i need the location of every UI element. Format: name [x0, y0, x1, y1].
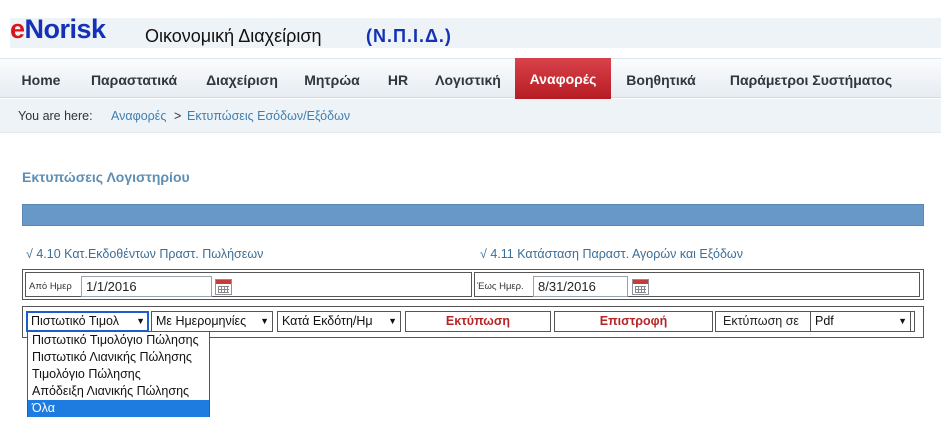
chevron-down-icon: ▼ [260, 316, 269, 326]
report-option-4-11[interactable]: √ 4.11 Κατάσταση Παραστ. Αγορών και Εξόδ… [480, 247, 743, 261]
document-type-dropdown: Πιστωτικό Τιμολόγιο Πώλησης Πιστωτικό Λι… [27, 331, 210, 417]
nav-tools[interactable]: Βοηθητικά [614, 59, 708, 98]
back-button[interactable]: Επιστροφή [554, 311, 713, 332]
nav-home[interactable]: Home [10, 59, 72, 98]
output-format-select[interactable]: Pdf ▼ [810, 311, 911, 332]
main-nav: Home Παραστατικά Διαχείριση Μητρώα HR Λο… [0, 58, 941, 99]
nav-management[interactable]: Διαχείριση [196, 59, 288, 98]
from-date-input[interactable]: 1/1/2016 [81, 276, 212, 297]
dropdown-option-credit-retail[interactable]: Πιστωτικό Λιανικής Πώλησης [28, 349, 209, 366]
to-date-label: Έως Ημερ. [477, 281, 524, 292]
chevron-down-icon: ▼ [388, 316, 397, 326]
document-type-select[interactable]: Πιστωτικό Τιμολ ▼ [26, 311, 149, 332]
dropdown-option-all[interactable]: Όλα [28, 400, 209, 417]
nav-accounting[interactable]: Λογιστική [424, 59, 512, 98]
app-header: eNorisk Οικονομική Διαχείριση (Ν.Π.Ι.Δ.) [0, 0, 941, 56]
app-title: Οικονομική Διαχείριση [145, 26, 322, 46]
breadcrumb-item-reports[interactable]: Αναφορές [111, 109, 166, 123]
output-format-value: Pdf [815, 314, 834, 328]
nav-reports[interactable]: Αναφορές [515, 58, 611, 99]
dropdown-option-retail-receipt[interactable]: Απόδειξη Λιανικής Πώλησης [28, 383, 209, 400]
date-mode-value: Με Ημερομηνίες [156, 314, 247, 328]
nav-system-settings[interactable]: Παράμετροι Συστήματος [714, 59, 908, 98]
print-as-label: Εκτύπωση σε [723, 314, 799, 328]
breadcrumb-label: You are here: [18, 109, 93, 123]
dropdown-option-sales-invoice[interactable]: Τιμολόγιο Πώλησης [28, 366, 209, 383]
chevron-down-icon: ▼ [898, 316, 907, 326]
date-mode-select[interactable]: Με Ημερομηνίες ▼ [151, 311, 273, 332]
page-title: Εκτυπώσεις Λογιστηρίου [22, 169, 190, 185]
document-type-value: Πιστωτικό Τιμολ [31, 314, 119, 328]
breadcrumb: You are here: Αναφορές > Εκτυπώσεις Εσόδ… [0, 99, 941, 133]
organization-label: (Ν.Π.Ι.Δ.) [366, 26, 452, 46]
nav-registries[interactable]: Μητρώα [294, 59, 370, 98]
grouping-select[interactable]: Κατά Εκδότη/Ημ ▼ [277, 311, 401, 332]
grouping-value: Κατά Εκδότη/Ημ [282, 314, 373, 328]
nav-hr[interactable]: HR [378, 59, 418, 98]
section-header-bar [22, 204, 924, 226]
logo-e: e [10, 14, 25, 44]
to-date-cell: Έως Ημερ. 8/31/2016 [474, 272, 920, 297]
breadcrumb-item-income-expense-prints[interactable]: Εκτυπώσεις Εσόδων/Εξόδων [187, 109, 350, 123]
print-button[interactable]: Εκτύπωση [405, 311, 551, 332]
calendar-icon[interactable] [215, 279, 232, 295]
nav-documents[interactable]: Παραστατικά [78, 59, 190, 98]
logo-text: Norisk [24, 14, 107, 44]
from-date-cell: Από Ημερ 1/1/2016 [25, 272, 472, 297]
report-option-4-10[interactable]: √ 4.10 Κατ.Εκδοθέντων Πραστ. Πωλήσεων [26, 247, 263, 261]
from-date-label: Από Ημερ [29, 281, 72, 292]
calendar-icon[interactable] [632, 279, 649, 295]
enorisk-logo[interactable]: eNorisk [10, 14, 106, 45]
chevron-down-icon: ▼ [136, 316, 145, 326]
breadcrumb-separator: > [174, 109, 182, 123]
to-date-input[interactable]: 8/31/2016 [533, 276, 628, 297]
dropdown-option-credit-invoice[interactable]: Πιστωτικό Τιμολόγιο Πώλησης [28, 332, 209, 349]
date-range-row: Από Ημερ 1/1/2016 Έως Ημερ. 8/31/2016 [22, 269, 924, 300]
